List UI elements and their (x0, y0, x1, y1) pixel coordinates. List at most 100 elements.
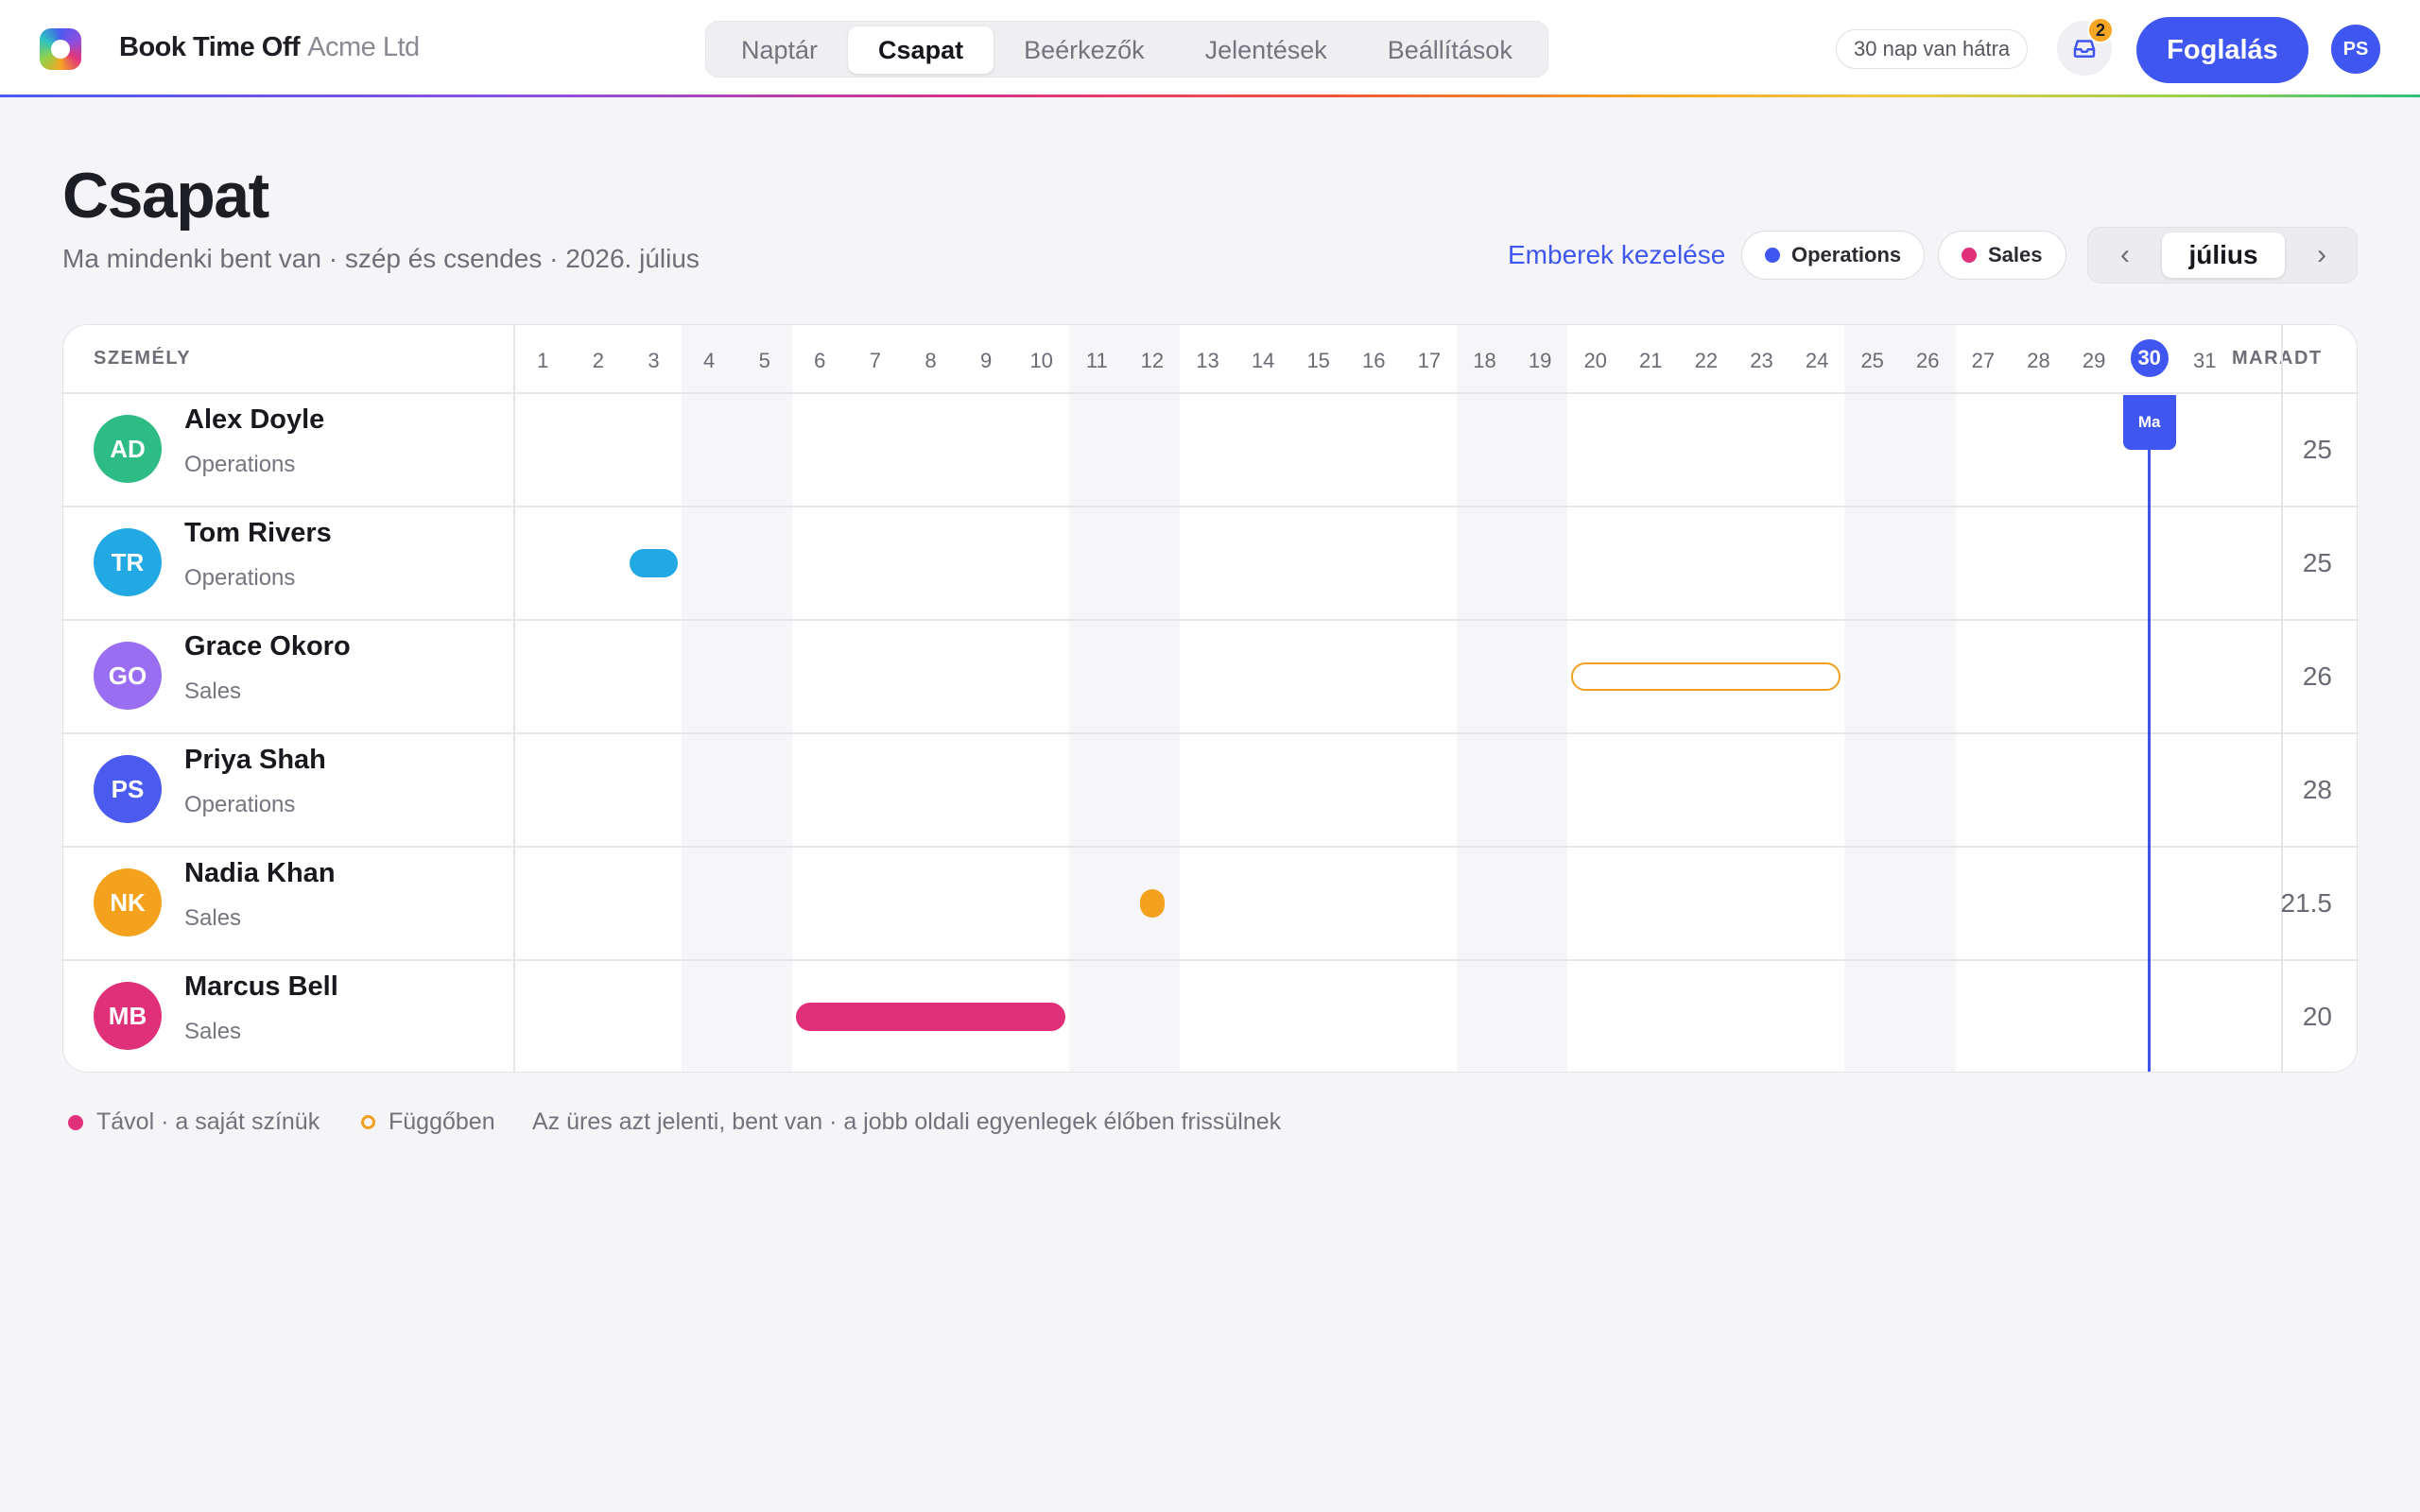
day-number[interactable]: 25 (1854, 344, 1892, 378)
avatar: PS (94, 755, 162, 823)
person-name: Alex Doyle (184, 404, 325, 435)
day-number[interactable]: 14 (1244, 344, 1282, 378)
app-logo-icon[interactable] (40, 28, 81, 70)
book-time-off-button[interactable]: Foglalás (2136, 17, 2308, 83)
tab-settings[interactable]: Beállítások (1357, 26, 1543, 74)
leave-bar-half[interactable] (1139, 889, 1165, 918)
page-subtitle: Ma mindenki bent van · szép és csendes ·… (62, 244, 700, 273)
day-number[interactable]: 3 (635, 344, 673, 378)
remaining-balance: 21.5 (2280, 888, 2333, 918)
day-number[interactable]: 27 (1964, 344, 2002, 378)
day-number[interactable]: 8 (912, 344, 950, 378)
day-number[interactable]: 7 (856, 344, 894, 378)
person-name: Grace Okoro (184, 631, 351, 662)
day-number[interactable]: 19 (1521, 344, 1559, 378)
top-bar: Book Time Off Acme Ltd Naptár Csapat Beér… (0, 0, 2420, 94)
person-team: Operations (184, 565, 296, 591)
tab-team[interactable]: Csapat (848, 26, 994, 74)
tab-inbox[interactable]: Beérkezők (994, 26, 1175, 74)
person-row[interactable]: TR Tom Rivers Operations (63, 507, 515, 618)
leave-bar-approved[interactable] (630, 549, 678, 577)
person-name: Marcus Bell (184, 971, 338, 1002)
day-number[interactable]: 12 (1133, 344, 1171, 378)
next-month-chevron-right-icon[interactable]: › (2289, 228, 2355, 283)
legend-pending: Függőben (361, 1108, 495, 1136)
away-dot-icon (68, 1114, 83, 1130)
day-number[interactable]: 5 (746, 344, 784, 378)
person-team: Sales (184, 905, 242, 931)
column-header-remaining: MARADT (2232, 348, 2323, 369)
day-number[interactable]: 24 (1798, 344, 1836, 378)
day-number[interactable]: 23 (1743, 344, 1781, 378)
legend-note: Az üres azt jelenti, bent van · a jobb o… (532, 1108, 1282, 1135)
page-title: Csapat (62, 160, 269, 232)
day-number[interactable]: 29 (2075, 344, 2113, 378)
person-row[interactable]: GO Grace Okoro Sales (63, 620, 515, 731)
inbox-count-badge: 2 (2087, 17, 2114, 43)
avatar: MB (94, 982, 162, 1050)
remaining-balance: 26 (2302, 662, 2332, 691)
brand: Book Time Off Acme Ltd (119, 32, 420, 63)
day-number[interactable]: 2 (579, 344, 617, 378)
person-row[interactable]: AD Alex Doyle Operations (63, 393, 515, 505)
trial-badge[interactable]: 30 nap van hátra (1836, 29, 2029, 69)
main-nav: Naptár Csapat Beérkezők Jelentések Beáll… (705, 21, 1548, 77)
day-number[interactable]: 6 (801, 344, 838, 378)
header-accent-line (0, 94, 2420, 97)
current-month[interactable]: július (2162, 232, 2285, 278)
team-filter-label: Sales (1988, 243, 2043, 266)
person-name: Nadia Khan (184, 858, 336, 888)
person-row[interactable]: MB Marcus Bell Sales (63, 960, 515, 1072)
manage-people-link[interactable]: Emberek kezelése (1508, 240, 1725, 270)
legend-away-label: Távol · a saját színük (96, 1108, 320, 1135)
remaining-balance: 25 (2302, 435, 2332, 464)
team-filter-sales[interactable]: Sales (1938, 231, 2066, 280)
team-filter-label: Operations (1791, 243, 1902, 266)
day-number[interactable]: 1 (524, 344, 562, 378)
inbox-button[interactable]: 2 (2057, 17, 2114, 76)
day-number[interactable]: 18 (1466, 344, 1504, 378)
avatar: AD (94, 415, 162, 483)
day-number[interactable]: 28 (2020, 344, 2058, 378)
avatar: TR (94, 528, 162, 596)
leave-bar-pending[interactable] (1571, 662, 1841, 691)
person-team: Sales (184, 1019, 242, 1044)
day-number[interactable]: 26 (1909, 344, 1946, 378)
operations-dot-icon (1765, 248, 1780, 263)
today-day-number[interactable]: 30 (2130, 339, 2169, 377)
person-row[interactable]: PS Priya Shah Operations (63, 733, 515, 845)
day-number[interactable]: 11 (1078, 344, 1115, 378)
day-number[interactable]: 21 (1632, 344, 1669, 378)
team-calendar-grid: SZEMÉLY MARADT 1 2 3 4 5 6 7 8 9 10 11 12 13 14 15 16 17… (62, 324, 2358, 1073)
day-number[interactable]: 31 (2186, 344, 2223, 378)
day-number[interactable]: 4 (690, 344, 728, 378)
sales-dot-icon (1962, 248, 1977, 263)
prev-month-chevron-left-icon[interactable]: ‹ (2092, 228, 2158, 283)
day-number[interactable]: 15 (1300, 344, 1338, 378)
tab-reports[interactable]: Jelentések (1175, 26, 1357, 74)
legend-pending-label: Függőben (389, 1108, 495, 1135)
avatar: GO (94, 642, 162, 710)
company-name: Acme Ltd (307, 32, 420, 62)
day-number[interactable]: 9 (967, 344, 1005, 378)
today-line (2148, 415, 2152, 1072)
person-row[interactable]: NK Nadia Khan Sales (63, 847, 515, 958)
day-number[interactable]: 13 (1189, 344, 1227, 378)
leave-bar-approved[interactable] (796, 1003, 1065, 1031)
person-team: Operations (184, 452, 296, 477)
remaining-balance: 20 (2302, 1002, 2332, 1031)
day-number[interactable]: 17 (1410, 344, 1448, 378)
day-number[interactable]: 16 (1355, 344, 1392, 378)
day-number[interactable]: 10 (1023, 344, 1061, 378)
legend-away: Távol · a saját színük (68, 1108, 320, 1136)
month-switcher: ‹ július › (2087, 227, 2358, 284)
user-avatar[interactable]: PS (2331, 25, 2380, 74)
today-marker: Ma (2122, 395, 2176, 450)
column-header-person: SZEMÉLY (94, 348, 192, 369)
tab-calendar[interactable]: Naptár (711, 26, 848, 74)
day-number[interactable]: 20 (1577, 344, 1615, 378)
person-team: Operations (184, 792, 296, 817)
day-number[interactable]: 22 (1687, 344, 1725, 378)
team-filter-operations[interactable]: Operations (1741, 231, 1926, 280)
pending-ring-icon (361, 1115, 375, 1129)
